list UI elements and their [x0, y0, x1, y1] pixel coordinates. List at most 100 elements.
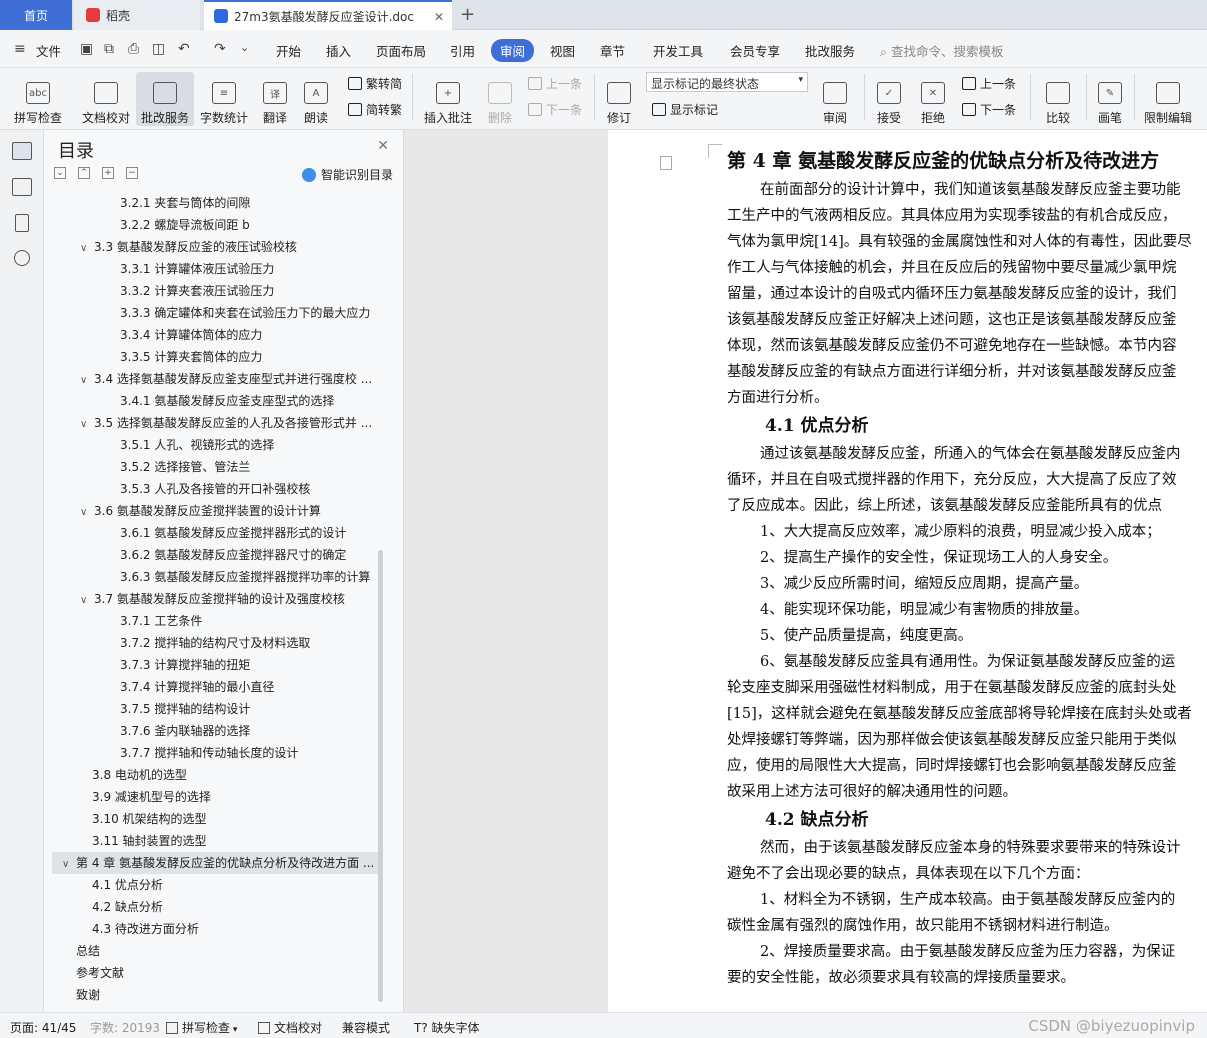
close-icon[interactable]: ✕ — [434, 10, 444, 24]
display-mode-select[interactable]: 显示标记的最终状态 ▾ — [646, 72, 808, 92]
collapse-all-icon[interactable]: ⌄ — [54, 167, 66, 179]
status-proofread[interactable]: 文档校对 — [258, 1019, 322, 1036]
translate-button[interactable]: 译翻译 — [256, 72, 294, 126]
smart-toc-button[interactable]: 智能识别目录 — [301, 166, 393, 183]
tab-document[interactable]: 27m3氨基酸发酵反应釜设计.doc ✕ — [204, 0, 452, 30]
toc-item[interactable]: ∨ 3.7 氨基酸发酵反应釜搅拌轴的设计及强度校核 — [80, 588, 380, 610]
toc-item[interactable]: 4.1 优点分析 — [92, 874, 380, 896]
toc-item[interactable]: 3.4.1 氨基酸发酵反应釜支座型式的选择 — [120, 390, 380, 412]
read-aloud-button[interactable]: A 朗读 — [298, 72, 334, 126]
menu-correction[interactable]: 批改服务 — [805, 41, 855, 60]
menu-layout[interactable]: 页面布局 — [376, 41, 426, 60]
search-icon[interactable] — [14, 250, 30, 266]
toc-item[interactable]: 总结 — [76, 940, 380, 962]
menu-reference[interactable]: 引用 — [450, 41, 475, 60]
toc-item[interactable]: 3.11 轴封装置的选型 — [92, 830, 380, 852]
word-count-button[interactable]: ≡ 字数统计 — [198, 72, 250, 126]
chevron-down-icon[interactable]: ∨ — [62, 854, 76, 874]
hamburger-icon[interactable]: ≡ — [14, 41, 26, 57]
chevron-down-icon[interactable]: ∨ — [80, 238, 94, 258]
track-changes-button[interactable]: 修订 — [600, 72, 638, 126]
document-page[interactable]: 第 4 章 氨基酸发酵反应釜的优缺点分析及待改进方 在前面部分的设计计算中，我们知… — [608, 130, 1207, 1012]
menu-insert[interactable]: 插入 — [326, 41, 351, 60]
scrollbar[interactable] — [378, 550, 383, 1002]
redo-icon[interactable]: ↷ — [214, 41, 226, 57]
page-indicator[interactable]: 页面: 41/45 — [10, 1019, 76, 1036]
review-pane-button[interactable]: 审阅 — [816, 72, 854, 126]
toc-item[interactable]: ∨ 3.6 氨基酸发酵反应釜搅拌装置的设计计算 — [80, 500, 380, 522]
bookmark-icon[interactable] — [15, 214, 29, 232]
toc-item[interactable]: 3.3.2 计算夹套液压试验压力 — [120, 280, 380, 302]
next-comment-button[interactable]: 下一条 — [528, 101, 582, 118]
toc-item[interactable]: 3.3.4 计算罐体筒体的应力 — [120, 324, 380, 346]
toc-item[interactable]: 3.7.6 釜内联轴器的选择 — [120, 720, 380, 742]
new-tab-icon[interactable]: + — [460, 4, 475, 25]
correction-service-button[interactable]: 批改服务 — [136, 72, 194, 126]
toc-item[interactable]: 3.3.3 确定罐体和夹套在试验压力下的最大应力 — [120, 302, 380, 324]
toc-item[interactable]: 3.7.1 工艺条件 — [120, 610, 380, 632]
trad-to-simp-button[interactable]: 繁转简 — [348, 75, 402, 92]
missing-font[interactable]: T? 缺失字体 — [414, 1019, 480, 1036]
simp-to-trad-button[interactable]: 简转繁 — [348, 101, 402, 118]
chapter-nav-icon[interactable] — [12, 178, 32, 196]
toc-item[interactable]: 3.3.1 计算罐体液压试验压力 — [120, 258, 380, 280]
menu-file[interactable]: 文件 — [36, 41, 61, 60]
toc-item[interactable]: 3.7.3 计算搅拌轴的扭矩 — [120, 654, 380, 676]
chevron-down-icon[interactable]: ⌄ — [240, 41, 249, 54]
toc-item[interactable]: 3.5.3 人孔及各接管的开口补强校核 — [120, 478, 380, 500]
toc-item[interactable]: 致谢 — [76, 984, 380, 1004]
toc-item[interactable]: 3.2.1 夹套与筒体的间隙 — [120, 192, 380, 214]
toc-item[interactable]: 4.2 缺点分析 — [92, 896, 380, 918]
remove-heading-icon[interactable]: − — [126, 167, 138, 179]
menu-devtools[interactable]: 开发工具 — [653, 41, 703, 60]
toc-item[interactable]: 3.6.1 氨基酸发酵反应釜搅拌器形式的设计 — [120, 522, 380, 544]
toc-item[interactable]: 3.6.2 氨基酸发酵反应釜搅拌器尺寸的确定 — [120, 544, 380, 566]
export-icon[interactable]: ⧉ — [104, 41, 114, 57]
show-marks-button[interactable]: 显示标记 — [652, 101, 718, 118]
toc-item[interactable]: 3.3.5 计算夹套筒体的应力 — [120, 346, 380, 368]
menu-chapter[interactable]: 章节 — [600, 41, 625, 60]
close-icon[interactable]: ✕ — [377, 138, 389, 154]
reject-button[interactable]: ✕ 拒绝 — [914, 72, 952, 126]
toc-item[interactable]: 3.7.4 计算搅拌轴的最小直径 — [120, 676, 380, 698]
chevron-down-icon[interactable]: ∨ — [80, 414, 94, 434]
insert-comment-button[interactable]: + 插入批注 — [420, 72, 476, 126]
toc-item[interactable]: 3.5.2 选择接管、管法兰 — [120, 456, 380, 478]
toc-item[interactable]: ∨ 第 4 章 氨基酸发酵反应釜的优缺点分析及待改进方面 ... — [52, 852, 378, 874]
toc-item[interactable]: 3.7.2 搅拌轴的结构尺寸及材料选取 — [120, 632, 380, 654]
restrict-edit-button[interactable]: 限制编辑 — [1140, 72, 1196, 126]
menu-start[interactable]: 开始 — [276, 41, 301, 60]
document-icon[interactable] — [660, 156, 672, 170]
add-heading-icon[interactable]: + — [102, 167, 114, 179]
toc-panel-icon[interactable] — [12, 142, 32, 160]
next-change-button[interactable]: 下一条 — [962, 101, 1016, 118]
command-search[interactable]: ⌕ 查找命令、搜索模板 — [880, 41, 1004, 60]
compare-button[interactable]: 比较 — [1038, 72, 1078, 126]
chevron-down-icon[interactable]: ∨ — [80, 370, 94, 390]
toc-item[interactable]: 参考文献 — [76, 962, 380, 984]
accept-button[interactable]: ✓ 接受 — [870, 72, 908, 126]
toc-item[interactable]: ∨ 3.4 选择氨基酸发酵反应釜支座型式并进行强度校 ... — [80, 368, 380, 390]
chevron-down-icon[interactable]: ∨ — [80, 590, 94, 610]
toc-item[interactable]: 3.10 机架结构的选型 — [92, 808, 380, 830]
undo-icon[interactable]: ↶ — [178, 41, 190, 57]
toc-item[interactable]: 3.2.2 螺旋导流板间距 b — [120, 214, 380, 236]
delete-comment-button[interactable]: 删除 — [480, 72, 520, 126]
toc-item[interactable]: 3.5.1 人孔、视镜形式的选择 — [120, 434, 380, 456]
toc-item[interactable]: 3.7.5 搅拌轴的结构设计 — [120, 698, 380, 720]
toc-item[interactable]: 3.9 减速机型号的选择 — [92, 786, 380, 808]
toc-item[interactable]: 3.6.3 氨基酸发酵反应釜搅拌器搅拌功率的计算 — [120, 566, 380, 588]
toc-item[interactable]: 3.8 电动机的选型 — [92, 764, 380, 786]
toc-item[interactable]: 4.3 待改进方面分析 — [92, 918, 380, 940]
tab-home[interactable]: 首页 — [0, 0, 72, 30]
status-spell-check[interactable]: 拼写检查 ▾ — [166, 1019, 237, 1036]
toc-item[interactable]: ∨ 3.3 氨基酸发酵反应釜的液压试验校核 — [80, 236, 380, 258]
toc-item[interactable]: ∨ 3.5 选择氨基酸发酵反应釜的人孔及各接管形式并 ... — [80, 412, 380, 434]
print-icon[interactable]: ⎙ — [128, 41, 139, 57]
prev-change-button[interactable]: 上一条 — [962, 75, 1016, 92]
menu-vip[interactable]: 会员专享 — [730, 41, 780, 60]
tab-daoke[interactable]: 稻壳 — [74, 0, 200, 30]
pen-button[interactable]: ✎ 画笔 — [1092, 72, 1128, 126]
preview-icon[interactable]: ◫ — [152, 41, 165, 57]
prev-comment-button[interactable]: 上一条 — [528, 75, 582, 92]
